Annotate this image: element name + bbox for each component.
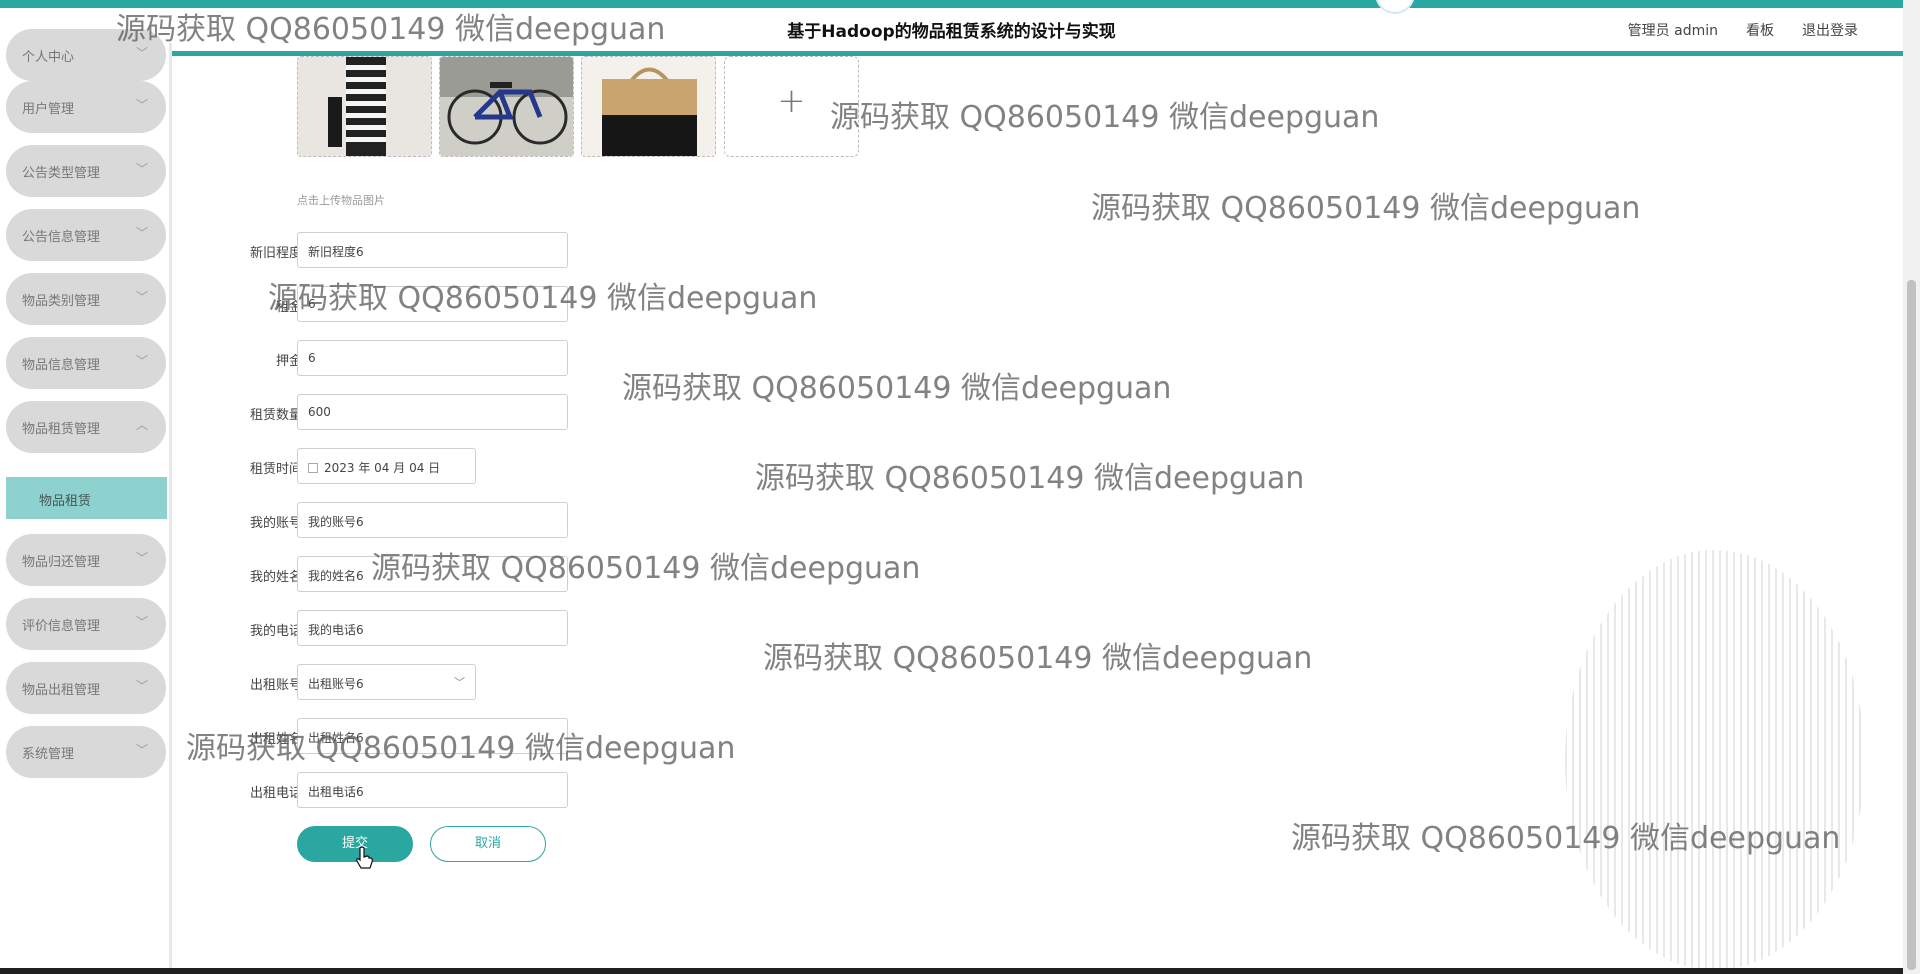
- my-phone-input[interactable]: 我的电话6: [297, 610, 568, 646]
- chevron-down-icon: ﹀: [135, 46, 148, 60]
- sidebar-item-rental-management[interactable]: 物品租赁管理 ︿: [6, 401, 166, 453]
- item-image-thumbnail[interactable]: [439, 56, 574, 157]
- sidebar-item-lease-out-management[interactable]: 物品出租管理 ﹀: [6, 662, 166, 714]
- sidebar-item-label: 系统管理: [22, 747, 75, 762]
- lessor-phone-input[interactable]: 出租电话6: [297, 772, 568, 808]
- field-label: 租赁时间: [249, 462, 302, 477]
- calendar-icon: [308, 463, 318, 473]
- page-title: 基于Hadoop的物品租赁系统的设计与实现: [787, 22, 1116, 42]
- chevron-down-icon: ﹀: [135, 98, 148, 112]
- chevron-down-icon: ﹀: [135, 226, 148, 240]
- sidebar-item-item-info-management[interactable]: 物品信息管理 ﹀: [6, 337, 166, 389]
- dashboard-link[interactable]: 看板: [1746, 20, 1774, 40]
- dress-image: [298, 57, 431, 156]
- sidebar: 个人中心 ﹀ 用户管理 ﹀ 公告类型管理 ﹀ 公告信息管理 ﹀ 物品类别管理 ﹀…: [0, 29, 172, 974]
- condition-input[interactable]: 新旧程度6: [297, 232, 568, 268]
- form-row-my-phone: 我的电话 我的电话6: [175, 610, 775, 646]
- form-row-deposit: 押金 6: [175, 340, 775, 376]
- chevron-down-icon: ﹀: [135, 743, 148, 757]
- item-image-thumbnail[interactable]: [581, 56, 716, 157]
- form-row-my-account: 我的账号 我的账号6: [175, 502, 775, 538]
- my-account-input[interactable]: 我的账号6: [297, 502, 568, 538]
- chevron-down-icon: ﹀: [135, 679, 148, 693]
- sidebar-item-label: 公告信息管理: [22, 230, 101, 245]
- hand-cursor-icon: [356, 846, 373, 869]
- form-row-lessor-phone: 出租电话 出租电话6: [175, 772, 775, 808]
- upload-image-button[interactable]: +: [724, 56, 859, 157]
- top-circle-decoration: [1375, 0, 1415, 14]
- field-label: 我的姓名: [249, 570, 302, 585]
- sidebar-item-notice-type-management[interactable]: 公告类型管理 ﹀: [6, 145, 166, 197]
- chevron-down-icon: ﹀: [135, 290, 148, 304]
- field-label: 新旧程度: [249, 246, 302, 261]
- sidebar-item-label: 公告类型管理: [22, 166, 101, 181]
- logout-link[interactable]: 退出登录: [1802, 20, 1858, 40]
- form-row-rent: 租金 6: [175, 286, 775, 322]
- lessor-account-value: 出租账号6: [308, 677, 364, 691]
- bicycle-image: [440, 57, 573, 156]
- form-row-lessor-name: 出租姓名 出租姓名6: [175, 718, 775, 754]
- vertical-scrollbar[interactable]: [1903, 0, 1920, 974]
- bag-image: [582, 57, 715, 156]
- sidebar-item-label: 物品归还管理: [22, 555, 101, 570]
- chevron-up-icon: ︿: [135, 418, 148, 432]
- user-label: 管理员 admin: [1627, 23, 1718, 39]
- sidebar-item-label: 评价信息管理: [22, 619, 101, 634]
- plus-icon: +: [777, 81, 806, 121]
- field-label: 出租姓名: [249, 732, 302, 747]
- sidebar-item-label: 物品出租管理: [22, 683, 101, 698]
- sidebar-item-personal-center[interactable]: 个人中心 ﹀: [6, 29, 166, 81]
- sidebar-item-system-management[interactable]: 系统管理 ﹀: [6, 726, 166, 778]
- form-row-quantity: 租赁数量 600: [175, 394, 775, 430]
- chevron-down-icon: ﹀: [135, 354, 148, 368]
- sidebar-subitem-rental[interactable]: 物品租赁: [6, 477, 167, 519]
- field-label: 出租电话: [249, 786, 302, 801]
- upload-hint: 点击上传物品图片: [297, 194, 385, 207]
- form-row-rental-date: 租赁时间 2023 年 04 月 04 日: [175, 448, 775, 484]
- sidebar-item-label: 物品类别管理: [22, 294, 101, 309]
- sidebar-item-review-management[interactable]: 评价信息管理 ﹀: [6, 598, 166, 650]
- chevron-down-icon: ﹀: [454, 676, 465, 689]
- rental-date-picker[interactable]: 2023 年 04 月 04 日: [297, 448, 476, 484]
- striped-circle-decoration: [1565, 550, 1865, 970]
- scrollbar-thumb[interactable]: [1907, 280, 1916, 970]
- my-name-input[interactable]: 我的姓名6: [297, 556, 568, 592]
- sidebar-item-item-category-management[interactable]: 物品类别管理 ﹀: [6, 273, 166, 325]
- sidebar-item-return-management[interactable]: 物品归还管理 ﹀: [6, 534, 166, 586]
- bottom-edge: [0, 968, 1903, 974]
- chevron-down-icon: ﹀: [135, 615, 148, 629]
- form-row-condition: 新旧程度 新旧程度6: [175, 232, 775, 268]
- sidebar-item-label: 物品信息管理: [22, 358, 101, 373]
- form-row-my-name: 我的姓名 我的姓名6: [175, 556, 775, 592]
- sidebar-item-label: 个人中心: [22, 50, 75, 65]
- item-image-thumbnail[interactable]: [297, 56, 432, 157]
- sidebar-item-notice-info-management[interactable]: 公告信息管理 ﹀: [6, 209, 166, 261]
- rental-date-value: 2023 年 04 月 04 日: [324, 461, 441, 475]
- rent-input[interactable]: 6: [297, 286, 568, 322]
- chevron-down-icon: ﹀: [135, 551, 148, 565]
- top-bar: 基于Hadoop的物品租赁系统的设计与实现 管理员 admin 看板 退出登录: [0, 0, 1903, 56]
- field-label: 我的电话: [249, 624, 302, 639]
- lessor-name-input[interactable]: 出租姓名6: [297, 718, 568, 754]
- header-actions: 管理员 admin 看板 退出登录: [1628, 20, 1858, 40]
- chevron-down-icon: ﹀: [135, 162, 148, 176]
- cancel-button[interactable]: 取消: [430, 826, 546, 862]
- sidebar-subitem-label: 物品租赁: [39, 494, 92, 509]
- deposit-input[interactable]: 6: [297, 340, 568, 376]
- field-label: 我的账号: [249, 516, 302, 531]
- form-row-lessor-account: 出租账号 出租账号6 ﹀: [175, 664, 775, 700]
- quantity-input[interactable]: 600: [297, 394, 568, 430]
- lessor-account-select[interactable]: 出租账号6 ﹀: [297, 664, 476, 700]
- sidebar-item-label: 用户管理: [22, 102, 75, 117]
- sidebar-item-user-management[interactable]: 用户管理 ﹀: [6, 81, 166, 133]
- field-label: 租赁数量: [249, 408, 302, 423]
- sidebar-item-label: 物品租赁管理: [22, 422, 101, 437]
- field-label: 出租账号: [249, 678, 302, 693]
